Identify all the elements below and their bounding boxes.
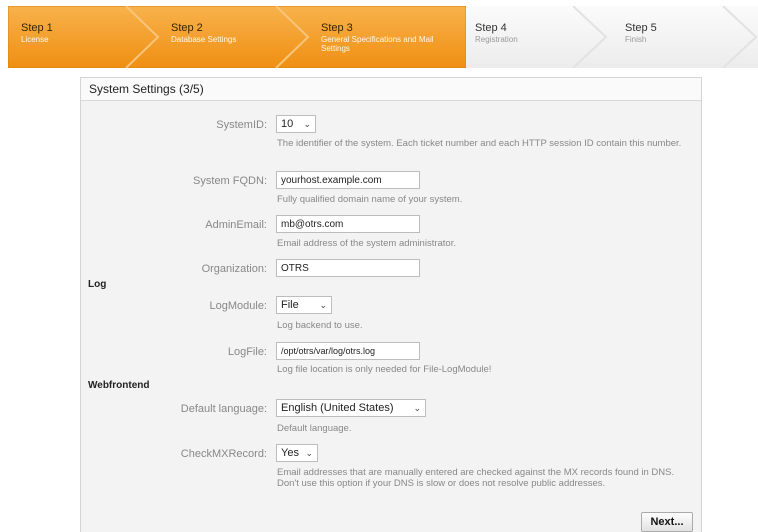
log-module-select[interactable]: File ⌄ xyxy=(276,296,332,314)
admin-email-help: Email address of the system administrato… xyxy=(277,238,456,249)
check-mx-label: CheckMXRecord: xyxy=(180,448,267,460)
log-file-help: Log file location is only needed for Fil… xyxy=(277,364,492,375)
step-label: General Specifications and Mail Settings xyxy=(321,35,434,53)
check-mx-select[interactable]: Yes ⌄ xyxy=(276,444,318,462)
fqdn-help: Fully qualified domain name of your syst… xyxy=(277,194,463,205)
step-number: Step 1 xyxy=(21,22,53,34)
wizard-steps: Step 1 License Step 2 Database Settings … xyxy=(8,6,758,68)
fqdn-label: System FQDN: xyxy=(193,175,267,187)
step-label: Finish xyxy=(625,35,647,44)
chevron-down-icon: ⌄ xyxy=(303,118,311,129)
default-language-label: Default language: xyxy=(180,403,267,415)
log-module-label: LogModule: xyxy=(209,300,268,312)
default-language-value: English (United States) xyxy=(281,402,394,414)
log-file-input[interactable] xyxy=(276,342,420,360)
organization-label: Organization: xyxy=(201,263,267,275)
system-id-label: SystemID: xyxy=(216,119,267,131)
admin-email-label: AdminEmail: xyxy=(205,219,267,231)
check-mx-help: Email addresses that are manually entere… xyxy=(277,467,675,489)
log-module-value: File xyxy=(281,299,299,311)
log-module-help: Log backend to use. xyxy=(277,320,363,331)
system-id-help: The identifier of the system. Each ticke… xyxy=(277,138,682,149)
chevron-down-icon: ⌄ xyxy=(413,402,421,413)
step-label: Registration xyxy=(475,35,518,44)
step-2: Step 2 Database Settings xyxy=(158,6,308,68)
check-mx-value: Yes xyxy=(281,447,299,459)
organization-input[interactable] xyxy=(276,259,420,277)
system-id-value: 10 xyxy=(281,118,294,130)
webfrontend-section-heading: Webfrontend xyxy=(88,380,150,391)
step-number: Step 2 xyxy=(171,22,203,34)
step-1: Step 1 License xyxy=(8,6,158,68)
chevron-down-icon: ⌄ xyxy=(319,299,327,310)
step-5: Step 5 Finish xyxy=(612,6,752,68)
log-file-label: LogFile: xyxy=(227,346,267,358)
panel-title: System Settings (3/5) xyxy=(81,78,701,101)
step-4: Step 4 Registration xyxy=(462,6,612,68)
default-language-help: Default language. xyxy=(277,423,352,434)
system-settings-panel: System Settings (3/5) SystemID: 10 ⌄ The… xyxy=(80,77,702,532)
admin-email-input[interactable] xyxy=(276,215,420,233)
step-3: Step 3 General Specifications and Mail S… xyxy=(308,6,448,68)
log-section-heading: Log xyxy=(88,279,107,290)
step-label: Database Settings xyxy=(171,35,237,44)
step-label: License xyxy=(21,35,49,44)
system-id-select[interactable]: 10 ⌄ xyxy=(276,115,316,133)
step-number: Step 3 xyxy=(321,22,353,34)
step-number: Step 4 xyxy=(475,22,507,34)
fqdn-input[interactable] xyxy=(276,171,420,189)
chevron-down-icon: ⌄ xyxy=(305,447,313,458)
next-button[interactable]: Next... xyxy=(641,512,693,532)
default-language-select[interactable]: English (United States) ⌄ xyxy=(276,399,426,417)
step-number: Step 5 xyxy=(625,22,657,34)
